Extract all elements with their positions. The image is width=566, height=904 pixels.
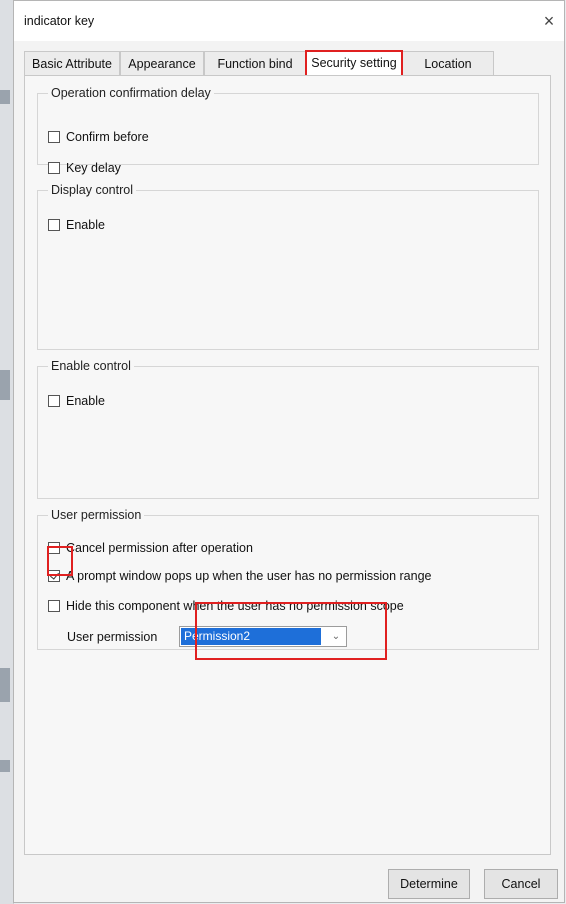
tab-basic-attribute[interactable]: Basic Attribute: [24, 51, 120, 75]
checkbox-box[interactable]: [48, 600, 60, 612]
key-delay-checkbox[interactable]: Key delay: [48, 159, 121, 177]
user-permission-group: User permission Cancel permission after …: [37, 508, 539, 650]
checkbox-box-checked[interactable]: [48, 570, 60, 582]
user-permission-label: User permission: [67, 630, 158, 644]
dialog-title: indicator key: [24, 14, 95, 28]
tab-location[interactable]: Location: [402, 51, 494, 75]
confirm-before-checkbox[interactable]: Confirm before: [48, 128, 149, 146]
checkbox-label: Enable: [66, 218, 105, 232]
user-permission-select[interactable]: Permission2 ⌄: [179, 626, 347, 647]
chevron-down-icon[interactable]: ⌄: [328, 627, 344, 646]
background-mark: [0, 90, 10, 104]
security-setting-panel: Operation confirmation delay Confirm bef…: [24, 75, 551, 855]
enable-control-group: Enable control Enable: [37, 359, 539, 499]
tab-security-setting[interactable]: Security setting: [306, 50, 402, 76]
checkbox-label: Hide this component when the user has no…: [66, 599, 404, 613]
determine-button[interactable]: Determine: [388, 869, 470, 899]
indicator-key-dialog: indicator key × Basic Attribute Appearan…: [13, 0, 565, 903]
display-enable-checkbox[interactable]: Enable: [48, 216, 105, 234]
operation-confirmation-group: Operation confirmation delay Confirm bef…: [37, 86, 539, 175]
checkbox-box[interactable]: [48, 131, 60, 143]
checkbox-label: Cancel permission after operation: [66, 541, 253, 555]
checkbox-label: Key delay: [66, 161, 121, 175]
group-legend: User permission: [51, 508, 142, 522]
group-legend: Display control: [51, 183, 133, 197]
group-legend: Operation confirmation delay: [51, 86, 211, 100]
checkbox-box[interactable]: [48, 219, 60, 231]
tab-function-bind[interactable]: Function bind: [204, 51, 306, 75]
cancel-button[interactable]: Cancel: [484, 869, 558, 899]
background-mark: [0, 668, 10, 702]
hide-component-checkbox[interactable]: Hide this component when the user has no…: [48, 597, 404, 615]
display-control-group: Display control Enable: [37, 183, 539, 350]
tab-appearance[interactable]: Appearance: [120, 51, 204, 75]
title-bar: indicator key ×: [14, 1, 564, 41]
checkbox-label: Confirm before: [66, 130, 149, 144]
checkbox-label: A prompt window pops up when the user ha…: [66, 569, 432, 583]
checkbox-box[interactable]: [48, 542, 60, 554]
checkbox-box[interactable]: [48, 395, 60, 407]
background-mark: [0, 760, 10, 772]
background-mark: [0, 370, 10, 400]
enable-control-checkbox[interactable]: Enable: [48, 392, 105, 410]
checkbox-label: Enable: [66, 394, 105, 408]
background-window-edge: [0, 0, 14, 904]
group-legend: Enable control: [51, 359, 131, 373]
select-value: Permission2: [181, 628, 321, 645]
cancel-permission-checkbox[interactable]: Cancel permission after operation: [48, 539, 253, 557]
close-icon[interactable]: ×: [538, 10, 560, 32]
checkbox-box[interactable]: [48, 162, 60, 174]
prompt-window-checkbox[interactable]: A prompt window pops up when the user ha…: [48, 567, 432, 585]
